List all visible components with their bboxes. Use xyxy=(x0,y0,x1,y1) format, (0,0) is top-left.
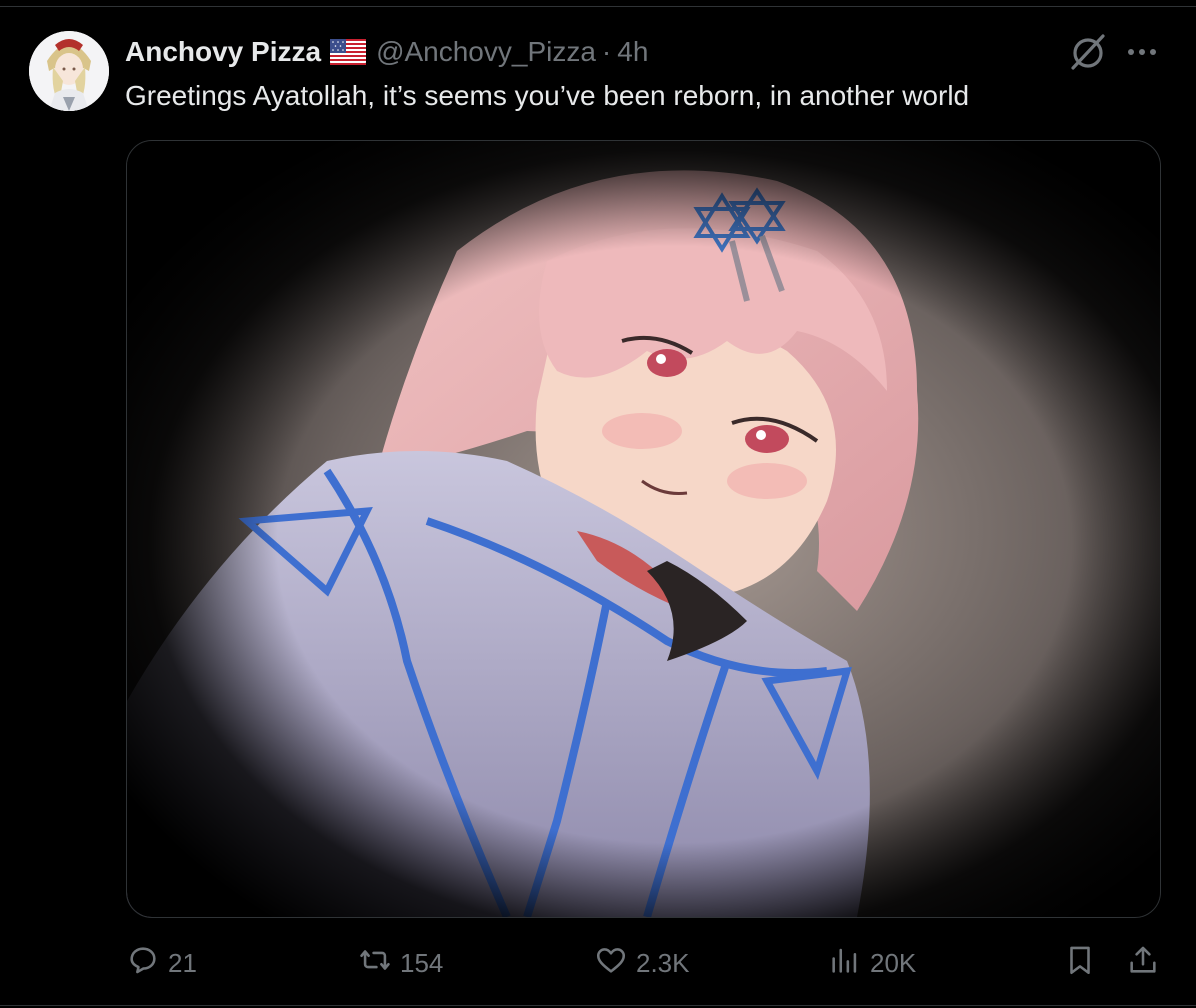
share-icon xyxy=(1126,943,1160,984)
separator-dot: · xyxy=(601,36,612,67)
views-icon xyxy=(828,943,862,984)
us-flag-icon xyxy=(330,39,367,65)
tweet-image[interactable] xyxy=(126,140,1161,918)
more-icon[interactable] xyxy=(1122,32,1162,72)
repost-icon xyxy=(358,943,392,984)
action-bar: 21 154 2.3K 20K xyxy=(0,940,1196,986)
like-count: 2.3K xyxy=(636,947,690,978)
repost-count: 154 xyxy=(400,947,444,978)
top-divider xyxy=(0,6,1196,7)
display-name[interactable]: Anchovy Pizza xyxy=(125,36,321,68)
handle[interactable]: @Anchovy_Pizza xyxy=(376,36,596,68)
views-button[interactable]: 20K xyxy=(828,940,916,986)
like-button[interactable]: 2.3K xyxy=(594,940,690,986)
share-button[interactable] xyxy=(1126,940,1160,986)
tweet-text: Greetings Ayatollah, it’s seems you’ve b… xyxy=(125,80,970,111)
views-count: 20K xyxy=(870,947,917,978)
bookmark-button[interactable] xyxy=(1063,940,1097,986)
bookmark-icon xyxy=(1063,943,1097,984)
repost-button[interactable]: 154 xyxy=(358,940,443,986)
reply-icon xyxy=(126,943,160,984)
avatar[interactable] xyxy=(29,31,109,111)
heart-icon xyxy=(594,943,628,984)
grok-icon[interactable] xyxy=(1068,32,1108,72)
timestamp[interactable]: 4h xyxy=(617,36,648,68)
bottom-divider xyxy=(0,1005,1196,1006)
reply-button[interactable]: 21 xyxy=(126,940,197,986)
reply-count: 21 xyxy=(168,947,197,978)
tweet-header: Anchovy Pizza @Anchovy_Pizza · 4h xyxy=(125,32,648,72)
